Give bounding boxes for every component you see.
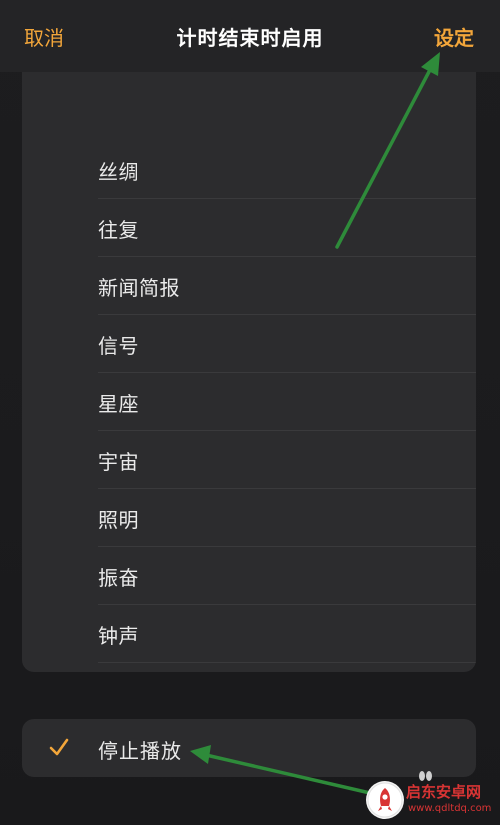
- navigation-bar: 取消 计时结束时启用 设定: [0, 0, 500, 72]
- row-separator: [98, 546, 476, 547]
- sound-option-chimes[interactable]: 钟声: [22, 604, 476, 662]
- watermark-logo: [366, 781, 404, 819]
- sound-list: ▔▔ 丝绸 往复 新闻简报 信号 星座 宇宙 照明 振: [22, 48, 476, 672]
- sound-option-signal[interactable]: 信号: [22, 314, 476, 372]
- sound-option-constellation[interactable]: 星座: [22, 372, 476, 430]
- timer-end-sound-screen: ▔▔ 丝绸 往复 新闻简报 信号 星座 宇宙 照明 振: [0, 0, 500, 825]
- sound-option-classic[interactable]: 经典: [22, 662, 476, 672]
- row-separator: [98, 430, 476, 431]
- sound-option-label: 钟声: [98, 624, 139, 648]
- sound-option-illuminate[interactable]: 照明: [22, 488, 476, 546]
- row-separator: [98, 604, 476, 605]
- sound-option-label: 丝绸: [98, 160, 139, 184]
- rocket-icon: [367, 782, 403, 818]
- stop-playing-label: 停止播放: [98, 739, 182, 763]
- watermark: 启东安卓网 www.qdltdq.com: [364, 779, 496, 823]
- sound-option-label: 照明: [98, 508, 139, 532]
- row-separator: [98, 488, 476, 489]
- sound-option-label: 新闻简报: [98, 276, 180, 300]
- row-separator: [98, 314, 476, 315]
- row-separator: [98, 256, 476, 257]
- sound-option-reciprocate[interactable]: 往复: [22, 198, 476, 256]
- row-separator: [98, 372, 476, 373]
- sound-option-uplift[interactable]: 振奋: [22, 546, 476, 604]
- sound-option-label: 信号: [98, 334, 139, 358]
- stop-playing-option[interactable]: 停止播放: [22, 719, 476, 777]
- sound-option-label: 星座: [98, 392, 139, 416]
- watermark-url: www.qdltdq.com: [408, 803, 492, 814]
- sound-option-label: 往复: [98, 218, 139, 242]
- page-title: 计时结束时启用: [176, 26, 324, 50]
- sound-option-news-flash[interactable]: 新闻简报: [22, 256, 476, 314]
- row-separator: [98, 662, 476, 663]
- checkmark-icon: [49, 738, 69, 756]
- sound-option-cosmic[interactable]: 宇宙: [22, 430, 476, 488]
- set-button[interactable]: 设定: [434, 22, 474, 51]
- sound-option-label: 振奋: [98, 566, 139, 590]
- sound-option-silk[interactable]: 丝绸: [22, 140, 476, 198]
- watermark-title: 启东安卓网: [406, 783, 482, 801]
- row-separator: [98, 198, 476, 199]
- sound-option-label: 宇宙: [98, 450, 139, 474]
